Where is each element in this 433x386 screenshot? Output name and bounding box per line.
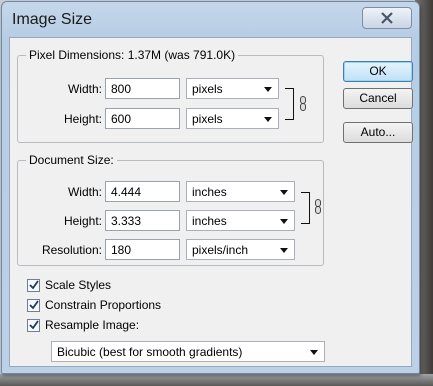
constrain-bracket — [301, 192, 310, 224]
scale-styles-checkbox[interactable] — [27, 279, 40, 292]
chevron-down-icon — [310, 350, 318, 355]
resolution-unit-value: pixels/inch — [192, 243, 249, 257]
doc-height-input[interactable]: 3.333 — [105, 210, 180, 231]
scale-styles-label: Scale Styles — [45, 278, 112, 292]
checkmark-icon — [29, 300, 39, 310]
resolution-label: Resolution: — [41, 243, 102, 257]
constrain-bracket — [285, 88, 294, 120]
pixel-height-unit-value: pixels — [192, 112, 223, 126]
pixel-height-unit-select[interactable]: pixels — [186, 108, 279, 129]
dialog-title: Image Size — [12, 11, 93, 28]
pixel-height-input[interactable]: 600 — [105, 108, 180, 129]
pixel-dimensions-legend: Pixel Dimensions: 1.37M (was 791.0K) — [26, 48, 239, 62]
chevron-down-icon — [280, 248, 288, 253]
resample-method-select[interactable]: Bicubic (best for smooth gradients) — [51, 341, 325, 362]
cancel-button[interactable]: Cancel — [343, 88, 413, 109]
constrain-proportions-checkbox[interactable] — [27, 299, 40, 312]
doc-width-unit-select[interactable]: inches — [186, 181, 295, 202]
link-chain-icon — [300, 96, 306, 111]
document-size-group: Document Size: Width: 4.444 inches Heigh… — [17, 153, 324, 266]
doc-height-label: Height: — [63, 214, 102, 228]
document-size-legend: Document Size: — [26, 153, 117, 167]
pixel-dimensions-group: Pixel Dimensions: 1.37M (was 791.0K) Wid… — [17, 48, 324, 143]
close-icon — [381, 12, 393, 24]
constrain-proportions-label: Constrain Proportions — [45, 298, 162, 312]
doc-width-label: Width: — [67, 185, 102, 199]
resample-method-value: Bicubic (best for smooth gradients) — [57, 345, 243, 359]
chevron-down-icon — [280, 190, 288, 195]
resolution-input[interactable]: 180 — [105, 239, 180, 260]
background-bottom — [0, 374, 433, 386]
doc-width-input[interactable]: 4.444 — [105, 181, 180, 202]
chevron-down-icon — [264, 117, 272, 122]
chevron-down-icon — [264, 87, 272, 92]
pixel-width-unit-select[interactable]: pixels — [186, 78, 279, 99]
pixel-width-unit-value: pixels — [192, 82, 223, 96]
checkmark-icon — [29, 320, 39, 330]
resample-image-checkbox[interactable] — [27, 319, 40, 332]
pixel-height-label: Height: — [63, 112, 102, 126]
ok-button[interactable]: OK — [343, 61, 413, 82]
close-button[interactable] — [362, 7, 412, 29]
link-chain-icon — [315, 199, 321, 214]
resample-image-label: Resample Image: — [45, 318, 140, 332]
dialog-content: Pixel Dimensions: 1.37M (was 791.0K) Wid… — [9, 37, 413, 367]
pixel-width-label: Width: — [67, 82, 102, 96]
resolution-unit-select[interactable]: pixels/inch — [186, 239, 295, 260]
image-size-dialog: Image Size Pixel Dimensions: 1.37M (was … — [1, 1, 420, 374]
doc-height-unit-value: inches — [192, 214, 227, 228]
doc-width-unit-value: inches — [192, 185, 227, 199]
checkmark-icon — [29, 280, 39, 290]
chevron-down-icon — [280, 219, 288, 224]
doc-height-unit-select[interactable]: inches — [186, 210, 295, 231]
pixel-width-input[interactable]: 800 — [105, 78, 180, 99]
auto-button[interactable]: Auto... — [343, 122, 413, 143]
